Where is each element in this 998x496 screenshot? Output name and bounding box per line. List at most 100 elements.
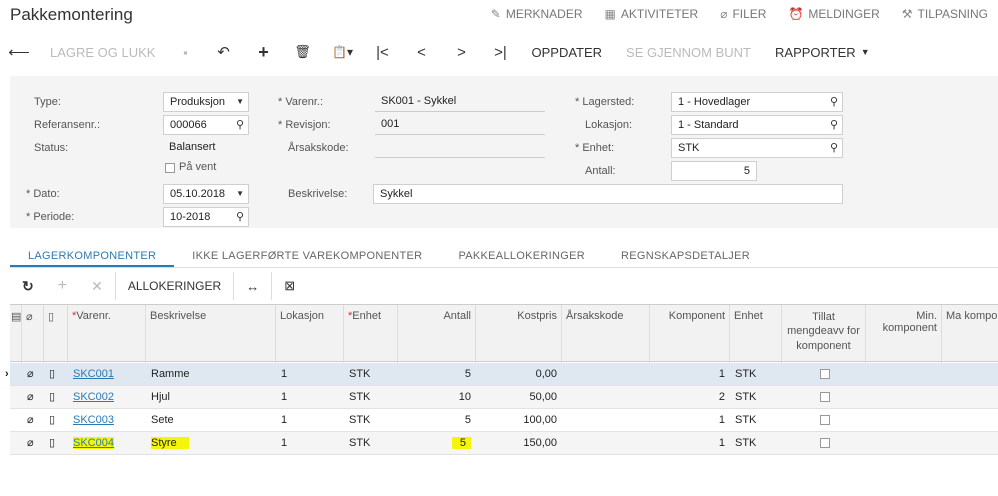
item-cell[interactable]: SKC003 [68,409,146,432]
period-field[interactable]: 10-2018 ⚲ [163,207,249,227]
col-allow-variance[interactable]: Tillat mengdeavv for komponent [782,305,866,363]
allow-variance-checkbox[interactable] [820,392,830,402]
note-icon[interactable]: ▯ [44,432,68,455]
location-field[interactable]: 1 - Standard ⚲ [671,115,843,135]
table-row[interactable]: ⌀ ▯ SKC003 Sete 1 STK 5 100,00 1 STK [10,409,998,432]
item-cell[interactable]: SKC001 [68,363,146,386]
files-link[interactable]: ⌀ FILER [720,7,766,21]
notes-link[interactable]: ✎ MERKNADER [491,7,583,21]
back-button[interactable]: ⟵ [0,36,38,68]
cost-cell[interactable]: 50,00 [476,386,562,409]
col-item[interactable]: *Varenr. [68,305,146,363]
uom-cell[interactable]: STK [344,409,398,432]
uom-field[interactable]: STK ⚲ [671,138,843,158]
note-icon[interactable]: ▯ [44,409,68,432]
description-cell[interactable]: Styre [146,432,276,455]
add-button[interactable]: + [243,36,283,68]
location-cell[interactable]: 1 [276,432,344,455]
tab-stock-components[interactable]: LAGERKOMPONENTER [10,246,175,267]
col-uom[interactable]: *Enhet [344,305,398,363]
col-min-component[interactable]: Min. komponent [866,305,942,363]
date-field[interactable]: 05.10.2018 ▼ [163,184,249,204]
type-select[interactable]: Produksjon ▼ [163,92,249,112]
col-quantity[interactable]: Antall [398,305,476,363]
next-record-button[interactable]: > [441,36,481,68]
activities-link[interactable]: ▦ AKTIVITETER [605,7,699,21]
reason-cell[interactable] [562,432,650,455]
attachment-icon[interactable]: ⌀ [22,409,44,432]
reason-cell[interactable] [562,409,650,432]
col-uom2[interactable]: Enhet [730,305,782,363]
review-batch-button[interactable]: SE GJENNOM BUNT [614,36,763,68]
customization-link[interactable]: ⚒ TILPASNING [902,7,988,21]
fit-columns-button[interactable]: ↔ [233,272,271,300]
quantity-field[interactable]: 5 [671,161,757,181]
tab-kit-allocations[interactable]: PAKKEALLOKERINGER [440,246,603,267]
cost-cell[interactable]: 100,00 [476,409,562,432]
location-cell[interactable]: 1 [276,386,344,409]
uom2-cell[interactable]: STK [730,363,782,386]
item-cell[interactable]: SKC002 [68,386,146,409]
uom2-cell[interactable]: STK [730,386,782,409]
table-row[interactable]: ⌀ ▯ SKC002 Hjul 1 STK 10 50,00 2 STK [10,386,998,409]
table-row[interactable]: › ⌀ ▯ SKC001 Ramme 1 STK 5 0,00 1 STK [5,363,998,386]
export-excel-button[interactable]: ⊠ [271,272,307,300]
last-record-button[interactable]: >| [481,36,519,68]
save-button[interactable]: ▪ [167,36,203,68]
note-icon[interactable]: ▯ [44,363,68,386]
component-cell[interactable]: 1 [650,409,730,432]
allocations-button[interactable]: ALLOKERINGER [114,272,233,300]
refresh-grid-button[interactable]: ↻ [10,272,46,300]
on-hold-checkbox[interactable] [165,163,175,173]
uom-cell[interactable]: STK [344,432,398,455]
reason-cell[interactable] [562,363,650,386]
col-description[interactable]: Beskrivelse [146,305,276,363]
uom2-cell[interactable]: STK [730,432,782,455]
quantity-cell[interactable]: 10 [398,386,476,409]
reports-menu[interactable]: RAPPORTER ▼ [763,36,882,68]
col-cost[interactable]: Kostpris [476,305,562,363]
allow-variance-checkbox[interactable] [820,438,830,448]
tab-financial-details[interactable]: REGNSKAPSDETALJER [603,246,768,267]
item-cell[interactable]: SKC004 [68,432,146,455]
cost-cell[interactable]: 0,00 [476,363,562,386]
uom2-cell[interactable]: STK [730,409,782,432]
description-cell[interactable]: Hjul [146,386,276,409]
col-component[interactable]: Komponent [650,305,730,363]
notifications-link[interactable]: ⏰ MELDINGER [788,7,879,21]
refresh-button[interactable]: OPPDATER [519,36,614,68]
cost-cell[interactable]: 150,00 [476,432,562,455]
copy-paste-button[interactable]: 📋▾ [321,36,363,68]
component-cell[interactable]: 1 [650,363,730,386]
quantity-cell[interactable]: 5 [398,363,476,386]
description-cell[interactable]: Ramme [146,363,276,386]
attachment-icon[interactable]: ⌀ [22,386,44,409]
save-close-button[interactable]: LAGRE OG LUKK [38,36,167,68]
description-cell[interactable]: Sete [146,409,276,432]
reference-field[interactable]: 000066 ⚲ [163,115,249,135]
allow-variance-checkbox[interactable] [820,415,830,425]
description-field[interactable]: Sykkel [373,184,843,204]
col-max-component[interactable]: Ma kompone [942,305,998,363]
component-cell[interactable]: 2 [650,386,730,409]
tab-non-stock-components[interactable]: IKKE LAGERFØRTE VAREKOMPONENTER [174,246,440,267]
attachment-icon[interactable]: ⌀ [22,363,44,386]
location-cell[interactable]: 1 [276,409,344,432]
col-reason[interactable]: Årsakskode [562,305,650,363]
first-record-button[interactable]: |< [363,36,401,68]
uom-cell[interactable]: STK [344,386,398,409]
quantity-cell[interactable]: 5 [398,432,476,455]
col-location[interactable]: Lokasjon [276,305,344,363]
previous-record-button[interactable]: < [401,36,441,68]
warehouse-field[interactable]: 1 - Hovedlager ⚲ [671,92,843,112]
attachment-icon[interactable]: ⌀ [22,432,44,455]
uom-cell[interactable]: STK [344,363,398,386]
allow-variance-checkbox[interactable] [820,369,830,379]
note-icon[interactable]: ▯ [44,386,68,409]
table-row[interactable]: ⌀ ▯ SKC004 Styre 1 STK 5 150,00 1 STK [10,432,998,455]
quantity-cell[interactable]: 5 [398,409,476,432]
undo-button[interactable]: ↶ [203,36,243,68]
component-cell[interactable]: 1 [650,432,730,455]
reason-cell[interactable] [562,386,650,409]
delete-row-button[interactable]: ✕ [79,272,115,300]
